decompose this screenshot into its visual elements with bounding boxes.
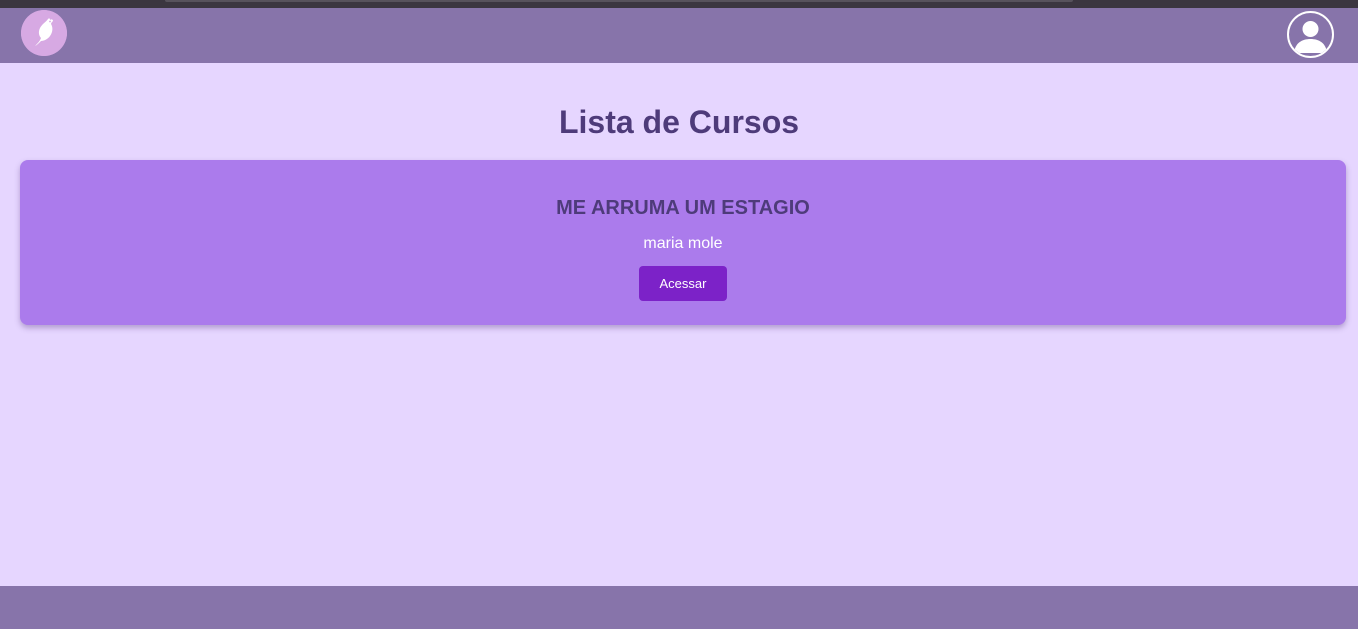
top-navbar [0, 8, 1358, 63]
browser-top-strip-bar [165, 0, 1073, 2]
page-footer [0, 586, 1358, 629]
course-author: maria mole [643, 235, 723, 252]
user-avatar-icon[interactable] [1287, 11, 1334, 58]
course-title: ME ARRUMA UM ESTAGIO [556, 197, 810, 219]
course-card: ME ARRUMA UM ESTAGIO maria mole Acessar [20, 160, 1346, 325]
access-course-button[interactable]: Acessar [639, 266, 727, 301]
page-title: Lista de Cursos [558, 104, 800, 140]
browser-top-strip [0, 0, 1358, 8]
bird-logo-icon[interactable] [21, 10, 67, 56]
